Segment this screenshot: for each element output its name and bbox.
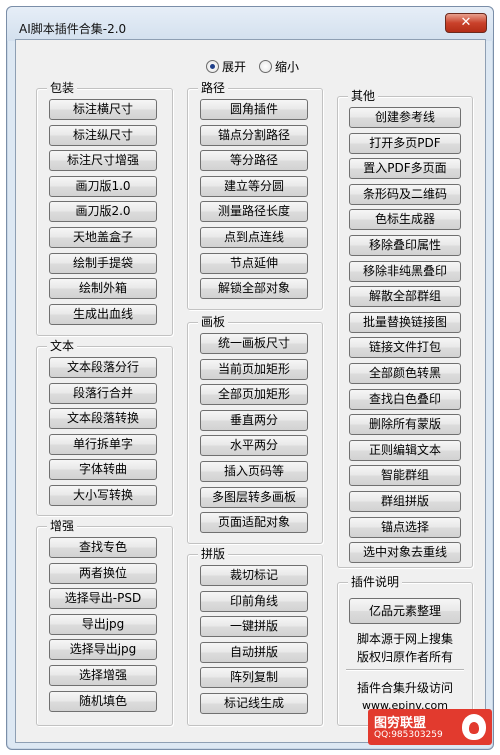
plugin-window: AI脚本插件合集-2.0 ✕ 展开 缩小 包装 标注横尺寸标注纵尺寸标注尺寸增强… bbox=[6, 6, 494, 750]
other-button[interactable]: 智能群组 bbox=[349, 465, 461, 487]
artboard-button[interactable]: 垂直两分 bbox=[200, 409, 308, 431]
packaging-button[interactable]: 标注横尺寸 bbox=[49, 99, 157, 120]
other-button[interactable]: 查找白色叠印 bbox=[349, 388, 461, 410]
radio-shrink[interactable]: 缩小 bbox=[259, 58, 299, 75]
path-button[interactable]: 测量路径长度 bbox=[200, 201, 308, 223]
info-line2: 版权归原作者所有 bbox=[356, 650, 453, 664]
group-packaging: 包装 标注横尺寸标注纵尺寸标注尺寸增强 画刀版1.0 画刀版2.0 天地盖盒子绘制手提… bbox=[36, 80, 173, 336]
imposition-button[interactable]: 标记线生成 bbox=[200, 693, 308, 714]
group-packaging-title: 包装 bbox=[47, 80, 78, 96]
artboard-button[interactable]: 统一画板尺寸 bbox=[200, 333, 308, 354]
path-button[interactable]: 建立等分圆 bbox=[200, 175, 308, 197]
path-button[interactable]: 圆角插件 bbox=[200, 99, 308, 120]
other-button[interactable]: 打开多页PDF bbox=[349, 132, 461, 154]
enhance-button[interactable]: 查找专色 bbox=[49, 537, 157, 558]
group-artboard-title: 画板 bbox=[198, 314, 229, 330]
other-button[interactable]: 正则编辑文本 bbox=[349, 439, 461, 461]
enhance-button[interactable]: 两者换位 bbox=[49, 562, 157, 584]
other-button[interactable]: 创建参考线 bbox=[349, 107, 461, 128]
path-button[interactable]: 点到点连线 bbox=[200, 227, 308, 248]
packaging-button[interactable]: 生成出血线 bbox=[49, 303, 157, 325]
radio-expand-label: 展开 bbox=[222, 60, 247, 74]
text-button[interactable]: 文本段落转换 bbox=[49, 408, 157, 430]
imposition-button[interactable]: 阵列复制 bbox=[200, 667, 308, 689]
other-button[interactable]: 全部颜色转黑 bbox=[349, 363, 461, 384]
watermark-title: 图穷联盟 bbox=[374, 716, 427, 731]
packaging-button[interactable]: 绘制外箱 bbox=[49, 278, 157, 300]
path-button[interactable]: 节点延伸 bbox=[200, 252, 308, 274]
other-button[interactable]: 条形码及二维码 bbox=[349, 183, 461, 205]
other-button[interactable]: 解散全部群组 bbox=[349, 286, 461, 308]
radio-unchecked-icon bbox=[259, 60, 272, 73]
enhance-button[interactable]: 随机填色 bbox=[49, 690, 157, 712]
enhance-button[interactable]: 选择导出jpg bbox=[49, 639, 157, 661]
close-button[interactable]: ✕ bbox=[445, 13, 487, 33]
imposition-button[interactable]: 裁切标记 bbox=[200, 565, 308, 586]
group-other: 其他 创建参考线打开多页PDF 置入PDF多页面 条形码及二维码 色标生成器移除叠印属… bbox=[337, 88, 473, 568]
artboard-button[interactable]: 插入页码等 bbox=[200, 461, 308, 482]
packaging-button[interactable]: 天地盖盒子 bbox=[49, 227, 157, 248]
group-info: 插件说明 亿品元素整理 脚本源于网上搜集 版权归原作者所有 插件合集升级访问 w… bbox=[337, 574, 473, 726]
group-enhance: 增强 查找专色两者换位选择导出-PSD 导出jpg 选择导出jpg 选择增强随机填色 bbox=[36, 518, 173, 726]
other-button[interactable]: 群组拼版 bbox=[349, 491, 461, 512]
mode-selector: 展开 缩小 bbox=[16, 58, 485, 78]
path-button[interactable]: 锚点分割路径 bbox=[200, 124, 308, 146]
imposition-button[interactable]: 印前角线 bbox=[200, 590, 308, 612]
text-button[interactable]: 单行拆单字 bbox=[49, 433, 157, 455]
group-other-title: 其他 bbox=[348, 88, 379, 104]
packaging-button[interactable]: 画刀版2.0 bbox=[49, 201, 157, 223]
title-bar[interactable]: AI脚本插件合集-2.0 ✕ bbox=[7, 7, 493, 41]
watermark-badge: 图穷联盟 QQ:985303259 bbox=[368, 709, 492, 745]
other-button[interactable]: 批量替换链接图 bbox=[349, 311, 461, 333]
artboard-button[interactable]: 全部页加矩形 bbox=[200, 384, 308, 406]
radio-checked-icon bbox=[206, 60, 219, 73]
other-button[interactable]: 锚点选择 bbox=[349, 516, 461, 538]
group-text: 文本 文本段落分行 段落行合并文本段落转换 单行拆单字字体转曲大小写转换 bbox=[36, 338, 173, 516]
enhance-button[interactable]: 导出jpg bbox=[49, 613, 157, 635]
other-button[interactable]: 移除叠印属性 bbox=[349, 235, 461, 256]
artboard-button[interactable]: 水平两分 bbox=[200, 435, 308, 457]
fire-logo-icon bbox=[462, 714, 486, 740]
text-button[interactable]: 字体转曲 bbox=[49, 459, 157, 481]
other-button[interactable]: 选中对象去重线 bbox=[349, 542, 461, 564]
packaging-button[interactable]: 标注尺寸增强 bbox=[49, 150, 157, 172]
watermark-subtitle: QQ:985303259 bbox=[374, 730, 443, 740]
other-button[interactable]: 删除所有蒙版 bbox=[349, 414, 461, 436]
artboard-button[interactable]: 多图层转多画板 bbox=[200, 486, 308, 508]
text-button[interactable]: 文本段落分行 bbox=[49, 357, 157, 378]
imposition-button[interactable]: 自动拼版 bbox=[200, 641, 308, 663]
other-button[interactable]: 色标生成器 bbox=[349, 209, 461, 231]
text-button[interactable]: 大小写转换 bbox=[49, 485, 157, 506]
other-button[interactable]: 移除非纯黑叠印 bbox=[349, 260, 461, 282]
group-imposition: 拼版 裁切标记印前角线一键拼版自动拼版阵列复制标记线生成 bbox=[187, 546, 323, 726]
group-path-title: 路径 bbox=[198, 80, 229, 96]
client-area: 展开 缩小 包装 标注横尺寸标注纵尺寸标注尺寸增强 画刀版1.0 画刀版2.0 天地盖… bbox=[15, 39, 486, 743]
path-button[interactable]: 解锁全部对象 bbox=[200, 278, 308, 300]
group-enhance-title: 增强 bbox=[47, 518, 78, 534]
enhance-button[interactable]: 选择导出-PSD bbox=[49, 588, 157, 610]
group-artboard: 画板 统一画板尺寸 当前页加矩形 全部页加矩形 垂直两分水平两分插入页码等多图层转多画… bbox=[187, 314, 323, 544]
packaging-button[interactable]: 画刀版1.0 bbox=[49, 175, 157, 197]
group-imposition-title: 拼版 bbox=[198, 546, 229, 562]
window-title: AI脚本插件合集-2.0 bbox=[19, 22, 127, 36]
info-line3: 插件合集升级访问 bbox=[356, 681, 453, 695]
path-button[interactable]: 等分路径 bbox=[200, 150, 308, 172]
info-divider bbox=[346, 669, 464, 671]
group-path: 路径 圆角插件锚点分割路径 等分路径建立等分圆测量路径长度 点到点连线节点延伸解锁全… bbox=[187, 80, 323, 310]
group-text-title: 文本 bbox=[47, 338, 78, 354]
radio-shrink-label: 缩小 bbox=[275, 60, 300, 74]
enhance-button[interactable]: 选择增强 bbox=[49, 665, 157, 686]
imposition-button[interactable]: 一键拼版 bbox=[200, 616, 308, 638]
artboard-button[interactable]: 当前页加矩形 bbox=[200, 358, 308, 380]
other-button[interactable]: 置入PDF多页面 bbox=[349, 158, 461, 180]
info-button[interactable]: 亿品元素整理 bbox=[349, 598, 461, 624]
group-info-title: 插件说明 bbox=[348, 574, 403, 590]
text-button[interactable]: 段落行合并 bbox=[49, 382, 157, 404]
other-button[interactable]: 链接文件打包 bbox=[349, 337, 461, 359]
artboard-button[interactable]: 页面适配对象 bbox=[200, 512, 308, 534]
radio-expand[interactable]: 展开 bbox=[206, 58, 246, 75]
info-line1: 脚本源于网上搜集 bbox=[356, 632, 453, 646]
packaging-button[interactable]: 标注纵尺寸 bbox=[49, 124, 157, 146]
packaging-button[interactable]: 绘制手提袋 bbox=[49, 252, 157, 274]
